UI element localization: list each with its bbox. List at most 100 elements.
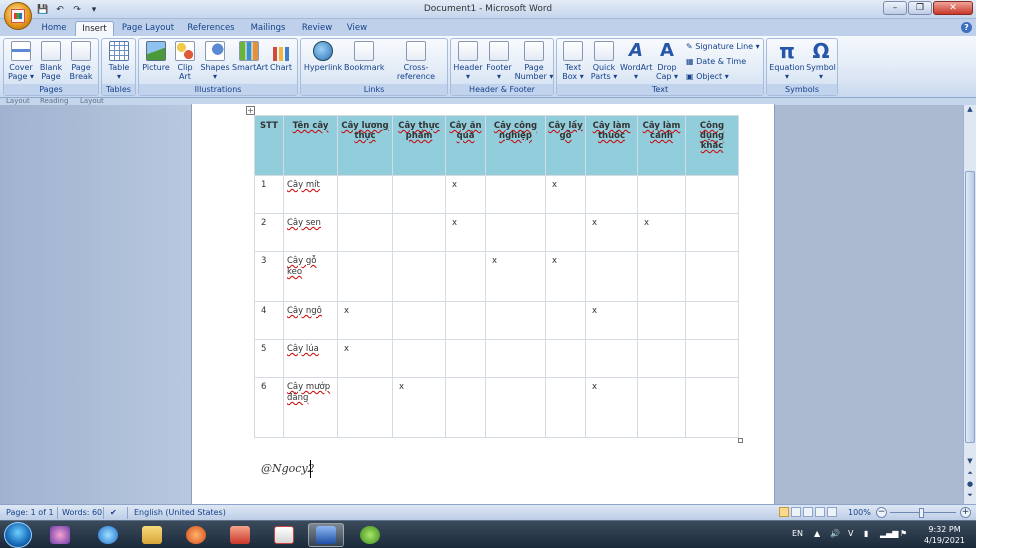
cell-mark[interactable]	[392, 175, 446, 214]
restore-button[interactable]: ❐	[908, 1, 932, 15]
cell-mark[interactable]	[337, 377, 393, 438]
cell-mark[interactable]: x	[337, 339, 393, 378]
status-language[interactable]: English (United States)	[134, 508, 226, 517]
cell-mark[interactable]: x	[485, 251, 546, 302]
taskbar-app-icon[interactable]	[266, 523, 302, 547]
equation-button[interactable]: π Equation ▾	[769, 41, 805, 81]
cell-mark[interactable]: x	[585, 213, 638, 252]
drop-cap-button[interactable]: A Drop Cap ▾	[653, 41, 681, 82]
header-cay-thuc-pham[interactable]: Cây thực phẩm	[392, 115, 446, 176]
tray-network-icon[interactable]: ▮	[864, 529, 868, 538]
picture-button[interactable]: Picture	[141, 41, 171, 72]
taskbar-word-icon[interactable]	[308, 523, 344, 547]
status-page[interactable]: Page: 1 of 1	[6, 508, 54, 517]
cell-mark[interactable]	[685, 377, 739, 438]
smartart-button[interactable]: SmartArt	[232, 41, 268, 72]
tab-view[interactable]: View	[342, 21, 372, 36]
cell-mark[interactable]	[392, 251, 446, 302]
cell-mark[interactable]	[485, 339, 546, 378]
full-screen-reading-view-icon[interactable]	[791, 507, 801, 517]
signature-text[interactable]: @Ngocy2	[261, 462, 315, 475]
wordart-button[interactable]: A WordArt ▾	[620, 41, 652, 82]
cell-mark[interactable]	[337, 175, 393, 214]
cell-mark[interactable]	[485, 377, 546, 438]
tray-signal-icon[interactable]: ▂▄▆	[880, 529, 898, 538]
hyperlink-button[interactable]: Hyperlink	[303, 41, 343, 72]
vertical-scrollbar[interactable]: ▲ ▼ ⏶ ● ⏷	[963, 105, 976, 504]
cell-mark[interactable]	[585, 251, 638, 302]
cell-plant-name[interactable]: Cây mướp đắng	[283, 377, 338, 438]
tab-insert[interactable]: Insert	[75, 21, 114, 36]
cell-mark[interactable]: x	[637, 213, 686, 252]
cell-mark[interactable]: x	[392, 377, 446, 438]
clip-art-button[interactable]: Clip Art	[173, 41, 197, 81]
help-icon[interactable]: ?	[961, 22, 972, 33]
blank-page-button[interactable]: Blank Page	[37, 41, 65, 81]
start-button[interactable]	[4, 522, 32, 548]
signature-line-button[interactable]: ✎ Signature Line ▾	[686, 42, 760, 51]
taskbar-media-player-icon[interactable]	[178, 523, 214, 547]
zoom-out-icon[interactable]: −	[876, 507, 887, 518]
cell-mark[interactable]	[485, 301, 546, 340]
print-layout-view-icon[interactable]	[779, 507, 789, 517]
next-page-icon[interactable]: ⏷	[965, 491, 975, 500]
cell-plant-name[interactable]: Cây ngô	[283, 301, 338, 340]
cell-mark[interactable]	[685, 301, 739, 340]
cell-mark[interactable]	[445, 339, 486, 378]
header-cay-an-qua[interactable]: Cây ăn quả	[445, 115, 486, 176]
cell-mark[interactable]: x	[445, 175, 486, 214]
tab-mailings[interactable]: Mailings	[247, 21, 289, 36]
table-move-handle[interactable]: +	[246, 106, 255, 115]
office-button[interactable]	[4, 2, 32, 30]
cell-mark[interactable]	[392, 301, 446, 340]
tray-expand-icon[interactable]: ▲	[814, 529, 820, 538]
taskbar-explorer-icon[interactable]	[134, 523, 170, 547]
taskbar-app-green-icon[interactable]	[352, 523, 388, 547]
table-resize-handle[interactable]	[738, 438, 743, 443]
scroll-up-icon[interactable]: ▲	[965, 105, 975, 114]
cell-plant-name[interactable]: Cây sen	[283, 213, 338, 252]
cell-stt[interactable]: 1	[254, 175, 284, 214]
close-button[interactable]: ✕	[933, 1, 973, 15]
date-time-button[interactable]: ▦ Date & Time	[686, 57, 746, 66]
cell-plant-name[interactable]: Cây lúa	[283, 339, 338, 378]
cell-mark[interactable]	[637, 175, 686, 214]
cell-plant-name[interactable]: Cây mít	[283, 175, 338, 214]
cell-mark[interactable]	[585, 339, 638, 378]
cell-mark[interactable]	[637, 251, 686, 302]
text-box-button[interactable]: Text Box ▾	[559, 41, 587, 81]
tab-review[interactable]: Review	[299, 21, 335, 36]
cell-mark[interactable]: x	[445, 213, 486, 252]
quick-parts-button[interactable]: Quick Parts ▾	[589, 41, 619, 81]
footer-button[interactable]: Footer ▾	[484, 41, 514, 81]
header-cay-cong-nghiep[interactable]: Cây công nghiệp	[485, 115, 546, 176]
zoom-in-icon[interactable]: +	[960, 507, 971, 518]
tab-page-layout[interactable]: Page Layout	[121, 21, 175, 36]
web-layout-view-icon[interactable]	[803, 507, 813, 517]
scroll-down-icon[interactable]: ▼	[965, 457, 975, 466]
taskbar-internet-explorer-icon[interactable]	[90, 523, 126, 547]
cover-page-button[interactable]: Cover Page ▾	[6, 41, 36, 81]
plant-table[interactable]: STT Tên cây Cây lương thực Cây thực phẩm…	[254, 115, 739, 438]
zoom-slider-thumb[interactable]	[919, 508, 924, 518]
page-break-button[interactable]: Page Break	[67, 41, 95, 81]
cell-mark[interactable]	[392, 213, 446, 252]
tray-volume-icon[interactable]: 🔊	[830, 529, 840, 538]
header-stt[interactable]: STT	[254, 115, 284, 176]
previous-page-icon[interactable]: ⏶	[965, 469, 975, 478]
minimize-button[interactable]: –	[883, 1, 907, 15]
cell-mark[interactable]	[685, 175, 739, 214]
table-button[interactable]: Table ▾	[105, 41, 133, 81]
header-ten-cay[interactable]: Tên cây	[283, 115, 338, 176]
tray-flag-icon[interactable]: ⚑	[900, 529, 907, 538]
cell-mark[interactable]	[685, 251, 739, 302]
cross-reference-button[interactable]: Cross-reference	[385, 41, 447, 81]
cell-mark[interactable]	[337, 251, 393, 302]
cell-mark[interactable]	[485, 213, 546, 252]
cell-mark[interactable]: x	[585, 377, 638, 438]
cell-mark[interactable]	[545, 377, 586, 438]
chart-button[interactable]: Chart	[268, 41, 294, 72]
outline-view-icon[interactable]	[815, 507, 825, 517]
header-cay-luong-thuc[interactable]: Cây lương thực	[337, 115, 393, 176]
cell-mark[interactable]	[445, 251, 486, 302]
